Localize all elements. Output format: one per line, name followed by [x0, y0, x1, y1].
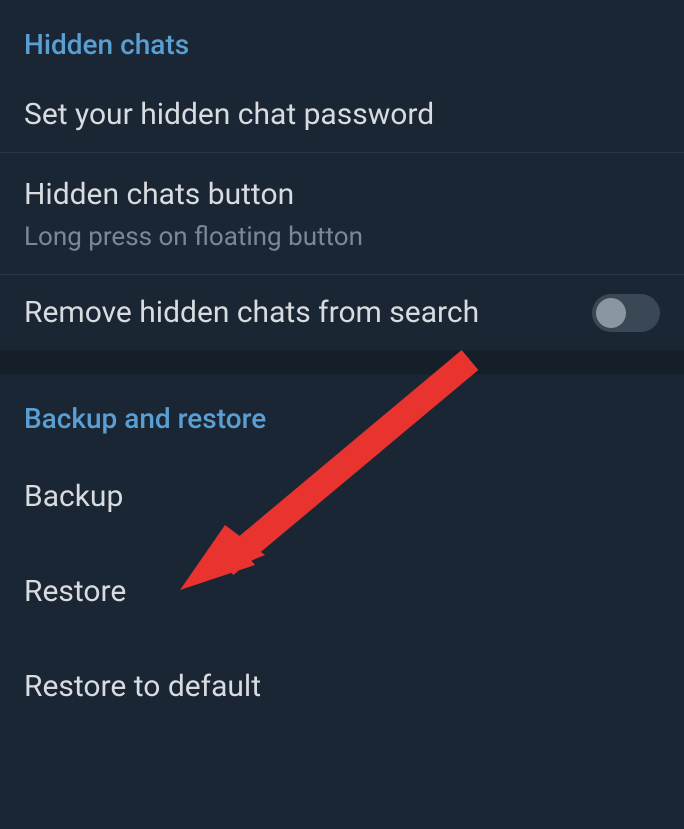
- section-header-backup-restore: Backup and restore: [0, 374, 684, 451]
- section-hidden-chats: Hidden chats Set your hidden chat passwo…: [0, 0, 684, 350]
- setting-restore[interactable]: Restore: [0, 542, 684, 641]
- setting-title: Backup: [24, 477, 123, 516]
- setting-title: Remove hidden chats from search: [24, 293, 479, 332]
- toggle-knob: [596, 298, 626, 328]
- section-divider: [0, 350, 684, 374]
- section-backup-restore: Backup and restore Backup Restore Restor…: [0, 374, 684, 716]
- setting-backup[interactable]: Backup: [0, 451, 684, 542]
- setting-title: Restore: [24, 572, 126, 611]
- setting-remove-search[interactable]: Remove hidden chats from search: [0, 275, 684, 350]
- setting-title: Restore to default: [24, 667, 261, 706]
- setting-restore-default[interactable]: Restore to default: [0, 641, 684, 716]
- setting-hidden-button[interactable]: Hidden chats button Long press on floati…: [0, 153, 684, 275]
- section-header-hidden-chats: Hidden chats: [0, 0, 684, 77]
- toggle-remove-search[interactable]: [592, 294, 660, 332]
- setting-subtitle: Long press on floating button: [24, 222, 363, 252]
- setting-title: Hidden chats button: [24, 175, 294, 214]
- setting-set-password[interactable]: Set your hidden chat password: [0, 77, 684, 153]
- setting-title: Set your hidden chat password: [24, 95, 434, 134]
